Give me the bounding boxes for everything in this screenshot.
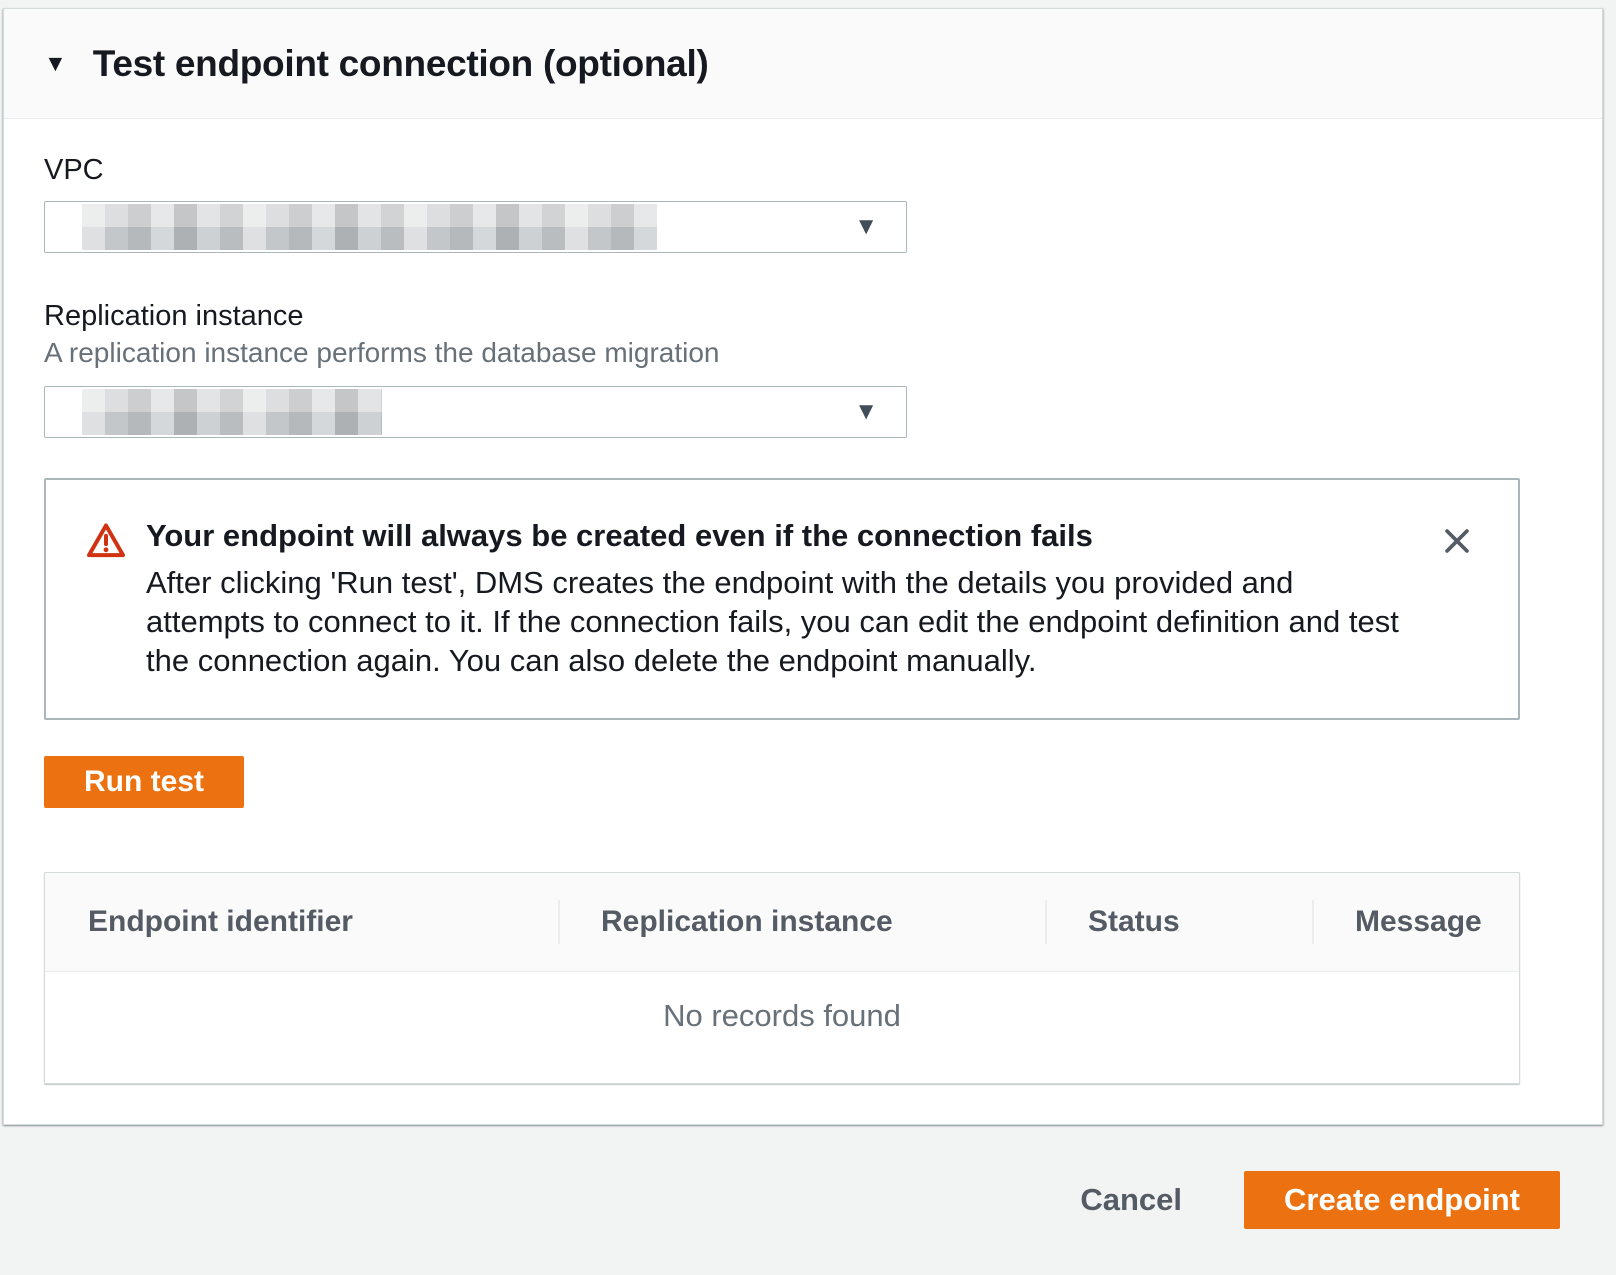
warning-triangle-icon (86, 522, 126, 564)
chevron-down-icon: ▼ (854, 215, 878, 239)
warning-alert-body: After clicking 'Run test', DMS creates t… (146, 563, 1416, 680)
replication-instance-select[interactable]: ▼ (44, 386, 907, 438)
form-actions-footer: Cancel Create endpoint (0, 1125, 1616, 1275)
section-title: Test endpoint connection (optional) (93, 43, 709, 85)
column-header-replication-instance: Replication instance (558, 904, 1045, 940)
connection-results-table: Endpoint identifier Replication instance… (44, 872, 1520, 1084)
table-header-row: Endpoint identifier Replication instance… (45, 873, 1519, 972)
section-header-toggle[interactable]: ▼ Test endpoint connection (optional) (4, 9, 1602, 119)
cancel-button[interactable]: Cancel (1080, 1182, 1182, 1218)
warning-alert-title: Your endpoint will always be created eve… (146, 516, 1416, 556)
vpc-select[interactable]: ▼ (44, 201, 907, 253)
warning-alert: Your endpoint will always be created eve… (44, 478, 1520, 720)
replication-instance-description: A replication instance performs the data… (44, 336, 1520, 370)
replication-instance-selected-value-redacted (82, 389, 382, 435)
chevron-down-icon: ▼ (854, 400, 878, 424)
test-endpoint-section: ▼ Test endpoint connection (optional) VP… (3, 8, 1603, 1125)
column-header-status: Status (1045, 904, 1312, 940)
vpc-field-group: VPC ▼ (44, 153, 1520, 253)
table-empty-state: No records found (45, 972, 1519, 1083)
warning-alert-text: Your endpoint will always be created eve… (146, 516, 1416, 680)
vpc-selected-value-redacted (82, 204, 657, 250)
section-body: VPC ▼ Replication instance A replication… (4, 119, 1602, 1124)
create-endpoint-page: ▼ Test endpoint connection (optional) VP… (0, 8, 1616, 1266)
replication-instance-field-group: Replication instance A replication insta… (44, 299, 1520, 438)
vpc-label: VPC (44, 153, 1520, 187)
close-icon[interactable] (1436, 520, 1478, 565)
run-test-button[interactable]: Run test (44, 756, 244, 808)
column-header-endpoint-identifier: Endpoint identifier (45, 904, 558, 940)
collapse-icon: ▼ (44, 52, 67, 75)
column-header-message: Message (1312, 904, 1519, 940)
create-endpoint-button[interactable]: Create endpoint (1244, 1171, 1560, 1229)
replication-instance-label: Replication instance (44, 299, 1520, 333)
